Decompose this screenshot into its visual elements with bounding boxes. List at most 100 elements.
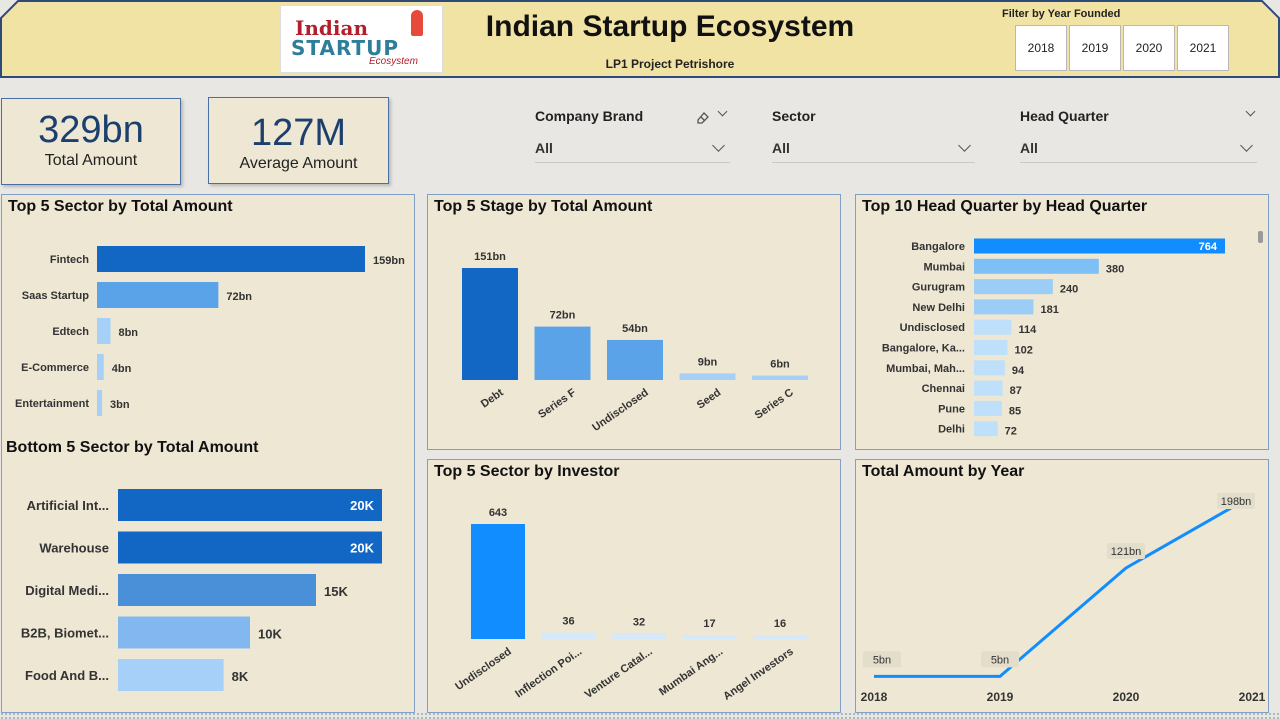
year-button-2018[interactable]: 2018: [1015, 25, 1067, 71]
bar: [974, 380, 1003, 396]
x-tick-label: 2020: [1113, 690, 1140, 704]
data-label: 121bn: [1111, 546, 1142, 558]
bar-value-label: 181: [1040, 304, 1058, 316]
bar-value-label: 380: [1106, 263, 1124, 275]
x-tick-label: 2021: [1239, 690, 1266, 704]
bar-value-label: 94: [1012, 365, 1025, 377]
chart-top10-hq: Bangalore 764 Mumbai 380 Gurugram 240 New Delh…: [882, 238, 1225, 438]
slicer-head-quarter[interactable]: Head Quarter All: [1020, 100, 1257, 164]
bar: [471, 524, 525, 639]
chevron-down-icon[interactable]: [958, 139, 971, 152]
bar: [462, 268, 518, 380]
chart-bottom5-sector: Artificial Int... 20K Warehouse 20K Digital …: [21, 489, 382, 691]
bar-value-label: 643: [489, 507, 507, 519]
bar-value-label: 87: [1010, 385, 1022, 397]
slicer-company-brand[interactable]: Company Brand All: [535, 100, 730, 164]
rocket-icon: [411, 10, 423, 36]
bar-category-label: Undisclosed: [900, 322, 965, 334]
bar: [679, 373, 736, 380]
scrollbar-thumb[interactable]: [1258, 231, 1263, 243]
bar-value-label: 764: [1199, 241, 1218, 253]
page-subtitle: LP1 Project Petrishore: [605, 57, 735, 71]
slicer-sector[interactable]: Sector All: [772, 100, 975, 164]
panel-sector-amounts: Top 5 Sector by Total Amount Bottom 5 Se…: [1, 194, 415, 713]
bar-value-label: 20K: [350, 541, 374, 556]
bar-category-label: Mumbai Ang...: [657, 646, 725, 699]
bar-category-label: Delhi: [938, 424, 965, 436]
brand-logo: Indian STARTUP Ecosystem: [280, 5, 443, 73]
bar-value-label: 72bn: [550, 310, 576, 322]
bar-category-label: Seed: [695, 387, 723, 412]
bar: [974, 319, 1012, 335]
year-button-2020[interactable]: 2020: [1123, 25, 1175, 71]
slicer-company-brand-value: All: [535, 140, 553, 156]
bar: [752, 375, 808, 380]
bar-value-label: 32: [633, 616, 645, 628]
kpi-total-amount-value: 329bn: [38, 109, 144, 151]
slicer-underline: [1020, 162, 1257, 163]
panel-top10-hq: Top 10 Head Quarter by Head Quarter Bang…: [855, 194, 1269, 450]
header-banner: Indian STARTUP Ecosystem Indian Startup …: [0, 0, 1280, 78]
bar-value-label: 72: [1005, 426, 1017, 438]
bar: [753, 635, 807, 639]
bar: [541, 632, 596, 639]
slicer-sector-value: All: [772, 140, 790, 156]
bar-category-label: Bangalore, Ka...: [882, 343, 965, 355]
year-button-2021[interactable]: 2021: [1177, 25, 1229, 71]
bar: [118, 616, 250, 649]
chevron-down-icon[interactable]: [1245, 106, 1256, 117]
bar-category-label: Angel Investors: [721, 646, 795, 703]
bar: [974, 299, 1034, 315]
kpi-average-amount-label: Average Amount: [239, 155, 358, 172]
bar-value-label: 151bn: [474, 251, 506, 263]
bar: [118, 574, 316, 606]
bar-category-label: Food And B...: [25, 668, 109, 683]
bar-value-label: 9bn: [698, 356, 718, 368]
year-button-2019[interactable]: 2019: [1069, 25, 1121, 71]
kpi-total-amount: 329bn Total Amount: [1, 98, 181, 185]
page-title: Indian Startup Ecosystem: [485, 10, 855, 43]
bar-value-label: 102: [1015, 345, 1033, 357]
bar: [974, 258, 1099, 274]
bar-category-label: Digital Medi...: [25, 583, 109, 598]
bar-category-label: Mumbai: [923, 261, 965, 273]
bar-value-label: 36: [562, 616, 574, 628]
data-label: 5bn: [991, 654, 1009, 666]
bar-category-label: Series F: [536, 386, 578, 421]
kpi-total-amount-label: Total Amount: [44, 152, 138, 169]
logo-text-line3: Ecosystem: [369, 56, 418, 67]
slicer-underline: [535, 162, 730, 163]
bar-category-label: Undisclosed: [590, 387, 650, 434]
chevron-down-icon[interactable]: [712, 139, 725, 152]
bar: [612, 633, 666, 639]
chevron-down-icon[interactable]: [1240, 139, 1253, 152]
kpi-average-amount: 127M Average Amount: [208, 97, 389, 184]
slicer-company-brand-label: Company Brand: [535, 108, 644, 124]
bar: [974, 279, 1053, 295]
slicer-head-quarter-label: Head Quarter: [1020, 108, 1109, 124]
eraser-icon[interactable]: [695, 110, 711, 126]
chart-top5-stage: 151bn Debt 72bn Series F 54bn Undisclosed 9bn S…: [462, 251, 808, 434]
bar-category-label: Artificial Int...: [27, 498, 109, 513]
data-label: 5bn: [873, 654, 891, 666]
bar: [974, 360, 1005, 376]
dashboard-page: Indian STARTUP Ecosystem Indian Startup …: [0, 0, 1280, 719]
bar: [974, 421, 998, 437]
bar-category-label: Venture Catal...: [583, 646, 655, 701]
slicer-sector-label: Sector: [772, 108, 816, 124]
bar: [607, 339, 663, 380]
year-filter-label: Filter by Year Founded: [1002, 8, 1121, 20]
bar-category-label: Mumbai, Mah...: [886, 363, 965, 375]
bar-category-label: Inflection Poi...: [513, 646, 584, 701]
bar: [118, 489, 382, 521]
bar: [534, 326, 591, 380]
panel-total-by-year: Total Amount by Year 5bn 2018 5bn 2019 121bn…: [855, 459, 1269, 713]
bar-category-label: Debt: [479, 386, 506, 410]
bar-value-label: 85: [1009, 405, 1021, 417]
bar-category-label: Warehouse: [39, 541, 109, 556]
bar-value-label: 16: [774, 618, 786, 630]
bar-category-label: New Delhi: [912, 302, 965, 314]
x-tick-label: 2018: [861, 690, 888, 704]
chevron-down-icon[interactable]: [717, 106, 728, 117]
chart-top5-sector-investor: 643 Undisclosed 36 Inflection Poi... 32 Ventu…: [453, 507, 807, 703]
